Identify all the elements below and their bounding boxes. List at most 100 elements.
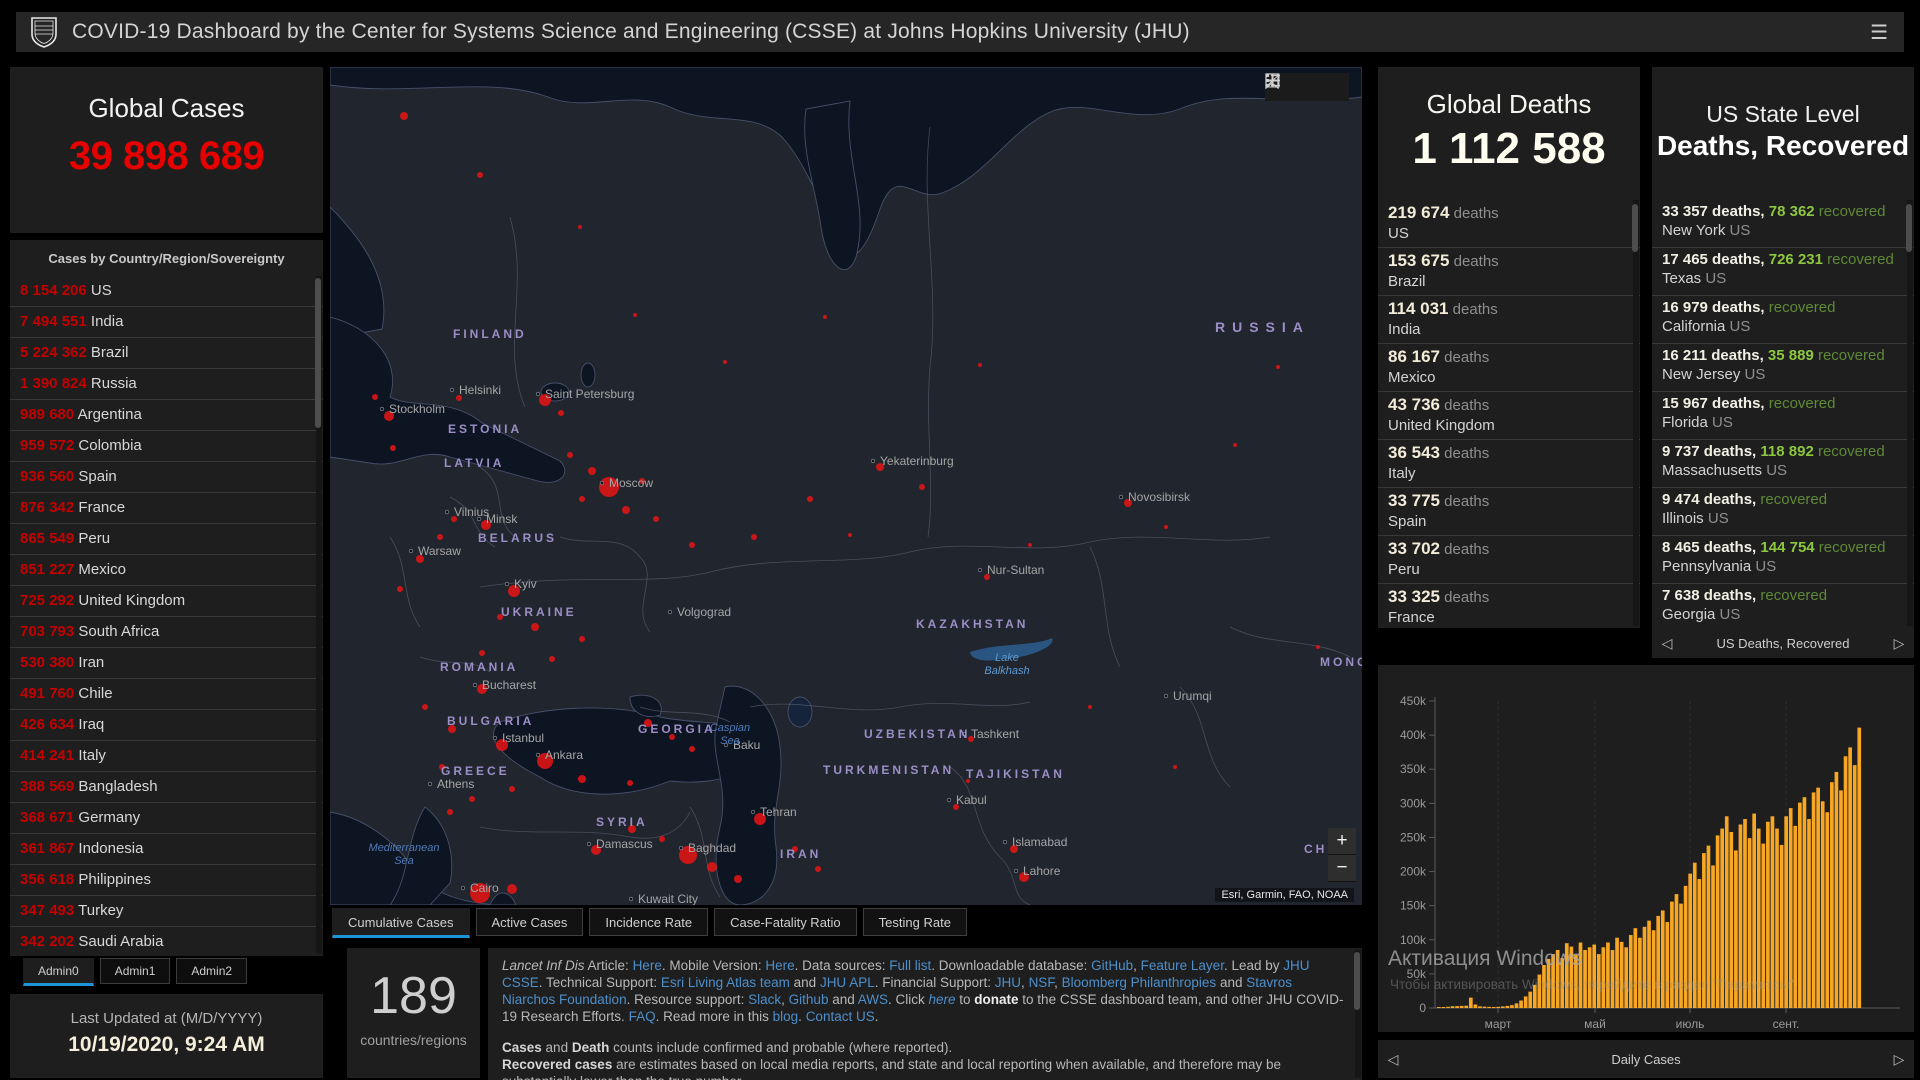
state-row[interactable]: 33 357 deaths, 78 362 recoveredNew York … — [1652, 200, 1914, 248]
footer-link[interactable]: Here — [633, 958, 662, 973]
footer-link[interactable]: Here — [765, 958, 794, 973]
deaths-row[interactable]: 43 736 deathsUnited Kingdom — [1378, 392, 1640, 440]
state-row[interactable]: 9 737 deaths, 118 892 recoveredMassachus… — [1652, 440, 1914, 488]
deaths-row[interactable]: 153 675 deathsBrazil — [1378, 248, 1640, 296]
zoom-out-button[interactable]: − — [1328, 855, 1356, 882]
pager-prev-icon[interactable]: ◁ — [1652, 635, 1682, 652]
case-marker[interactable] — [622, 506, 630, 514]
cases-row[interactable]: 936 560 Spain — [10, 462, 323, 493]
cases-row[interactable]: 5 224 362 Brazil — [10, 338, 323, 369]
case-marker[interactable] — [549, 656, 555, 662]
case-marker[interactable] — [558, 410, 564, 416]
case-marker[interactable] — [919, 484, 925, 490]
cases-row[interactable]: 530 380 Iran — [10, 648, 323, 679]
cases-row[interactable]: 347 493 Turkey — [10, 896, 323, 927]
case-marker[interactable] — [469, 796, 475, 802]
deaths-row[interactable]: 86 167 deathsMexico — [1378, 344, 1640, 392]
cases-row[interactable]: 342 202 Saudi Arabia — [10, 927, 323, 956]
case-marker[interactable] — [479, 650, 485, 656]
map-tab-incidence-rate[interactable]: Incidence Rate — [589, 908, 708, 936]
case-marker[interactable] — [1233, 443, 1237, 447]
cases-row[interactable]: 426 634 Iraq — [10, 710, 323, 741]
cases-row[interactable]: 876 342 France — [10, 493, 323, 524]
state-row[interactable]: 8 465 deaths, 144 754 recoveredPennsylva… — [1652, 536, 1914, 584]
case-marker[interactable] — [707, 862, 717, 872]
cases-row[interactable]: 989 680 Argentina — [10, 400, 323, 431]
admin-tab-admin0[interactable]: Admin0 — [23, 958, 94, 986]
footer-link[interactable]: Bloomberg Philanthropies — [1062, 975, 1217, 990]
cases-row[interactable]: 414 241 Italy — [10, 741, 323, 772]
footer-scrollbar-thumb[interactable] — [1354, 952, 1360, 1010]
cases-row[interactable]: 388 569 Bangladesh — [10, 772, 323, 803]
case-marker[interactable] — [734, 875, 742, 883]
case-marker[interactable] — [531, 623, 539, 631]
case-marker[interactable] — [848, 533, 852, 537]
state-row[interactable]: 9 474 deaths, recoveredIllinois US — [1652, 488, 1914, 536]
footer-link[interactable]: Contact US — [806, 1009, 875, 1024]
case-marker[interactable] — [823, 315, 827, 319]
footer-link[interactable]: Esri Living Atlas team — [661, 975, 790, 990]
cases-row[interactable]: 7 494 551 India — [10, 307, 323, 338]
cases-row[interactable]: 703 793 South Africa — [10, 617, 323, 648]
deaths-scrollbar-thumb[interactable] — [1632, 204, 1638, 252]
footer-link[interactable]: here — [928, 992, 955, 1007]
case-marker[interactable] — [567, 452, 573, 458]
case-marker[interactable] — [1276, 365, 1280, 369]
case-marker[interactable] — [579, 636, 585, 642]
case-marker[interactable] — [1173, 765, 1177, 769]
case-marker[interactable] — [627, 780, 633, 786]
case-marker[interactable] — [477, 172, 483, 178]
admin-tab-admin2[interactable]: Admin2 — [176, 958, 247, 984]
map-tab-active-cases[interactable]: Active Cases — [476, 908, 584, 936]
case-marker[interactable] — [509, 786, 515, 792]
chart-pager-next-icon[interactable]: ▷ — [1884, 1051, 1914, 1068]
cases-row[interactable]: 361 867 Indonesia — [10, 834, 323, 865]
case-marker[interactable] — [390, 445, 396, 451]
legend-icon[interactable] — [1293, 73, 1321, 101]
states-scrollbar-thumb[interactable] — [1906, 204, 1912, 252]
state-row[interactable]: 15 967 deaths, recoveredFlorida US — [1652, 392, 1914, 440]
case-marker[interactable] — [978, 363, 982, 367]
case-marker[interactable] — [579, 496, 585, 502]
case-marker[interactable] — [633, 313, 637, 317]
cases-row[interactable]: 865 549 Peru — [10, 524, 323, 555]
case-marker[interactable] — [723, 360, 727, 364]
case-marker[interactable] — [751, 534, 757, 540]
deaths-row[interactable]: 36 543 deathsItaly — [1378, 440, 1640, 488]
case-marker[interactable] — [689, 542, 695, 548]
world-map[interactable]: HelsinkiSaint PetersburgStockholmMoscowY… — [330, 67, 1362, 905]
map-tab-case-fatality-ratio[interactable]: Case-Fatality Ratio — [714, 908, 857, 936]
case-marker[interactable] — [578, 225, 582, 229]
footer-link[interactable]: Slack — [748, 992, 781, 1007]
case-marker[interactable] — [1164, 525, 1168, 529]
state-row[interactable]: 16 211 deaths, 35 889 recoveredNew Jerse… — [1652, 344, 1914, 392]
case-marker[interactable] — [372, 394, 378, 400]
chart-pager-prev-icon[interactable]: ◁ — [1378, 1051, 1408, 1068]
case-marker[interactable] — [588, 467, 596, 475]
state-row[interactable]: 17 465 deaths, 726 231 recoveredTexas US — [1652, 248, 1914, 296]
footer-link[interactable]: blog — [773, 1009, 799, 1024]
cases-row[interactable]: 491 760 Chile — [10, 679, 323, 710]
footer-link[interactable]: JHU — [995, 975, 1021, 990]
case-marker[interactable] — [397, 586, 403, 592]
map-tab-cumulative-cases[interactable]: Cumulative Cases — [332, 908, 470, 938]
cases-row[interactable]: 8 154 206 US — [10, 276, 323, 307]
deaths-row[interactable]: 33 325 deathsFrance — [1378, 584, 1640, 628]
state-row[interactable]: 16 979 deaths, recoveredCalifornia US — [1652, 296, 1914, 344]
basemap-icon[interactable] — [1321, 73, 1349, 101]
cases-row[interactable]: 725 292 United Kingdom — [10, 586, 323, 617]
footer-link[interactable]: NSF — [1029, 975, 1055, 990]
cases-row[interactable]: 959 572 Colombia — [10, 431, 323, 462]
zoom-in-button[interactable]: + — [1328, 828, 1356, 855]
case-marker[interactable] — [422, 704, 428, 710]
case-marker[interactable] — [815, 866, 821, 872]
deaths-row[interactable]: 219 674 deathsUS — [1378, 200, 1640, 248]
case-marker[interactable] — [1028, 543, 1032, 547]
case-marker[interactable] — [1316, 645, 1320, 649]
map-tab-testing-rate[interactable]: Testing Rate — [863, 908, 967, 936]
case-marker[interactable] — [437, 534, 443, 540]
cases-row[interactable]: 368 671 Germany — [10, 803, 323, 834]
hamburger-menu-icon[interactable]: ☰ — [1870, 20, 1888, 45]
deaths-row[interactable]: 33 702 deathsPeru — [1378, 536, 1640, 584]
footer-link[interactable]: Github — [789, 992, 829, 1007]
